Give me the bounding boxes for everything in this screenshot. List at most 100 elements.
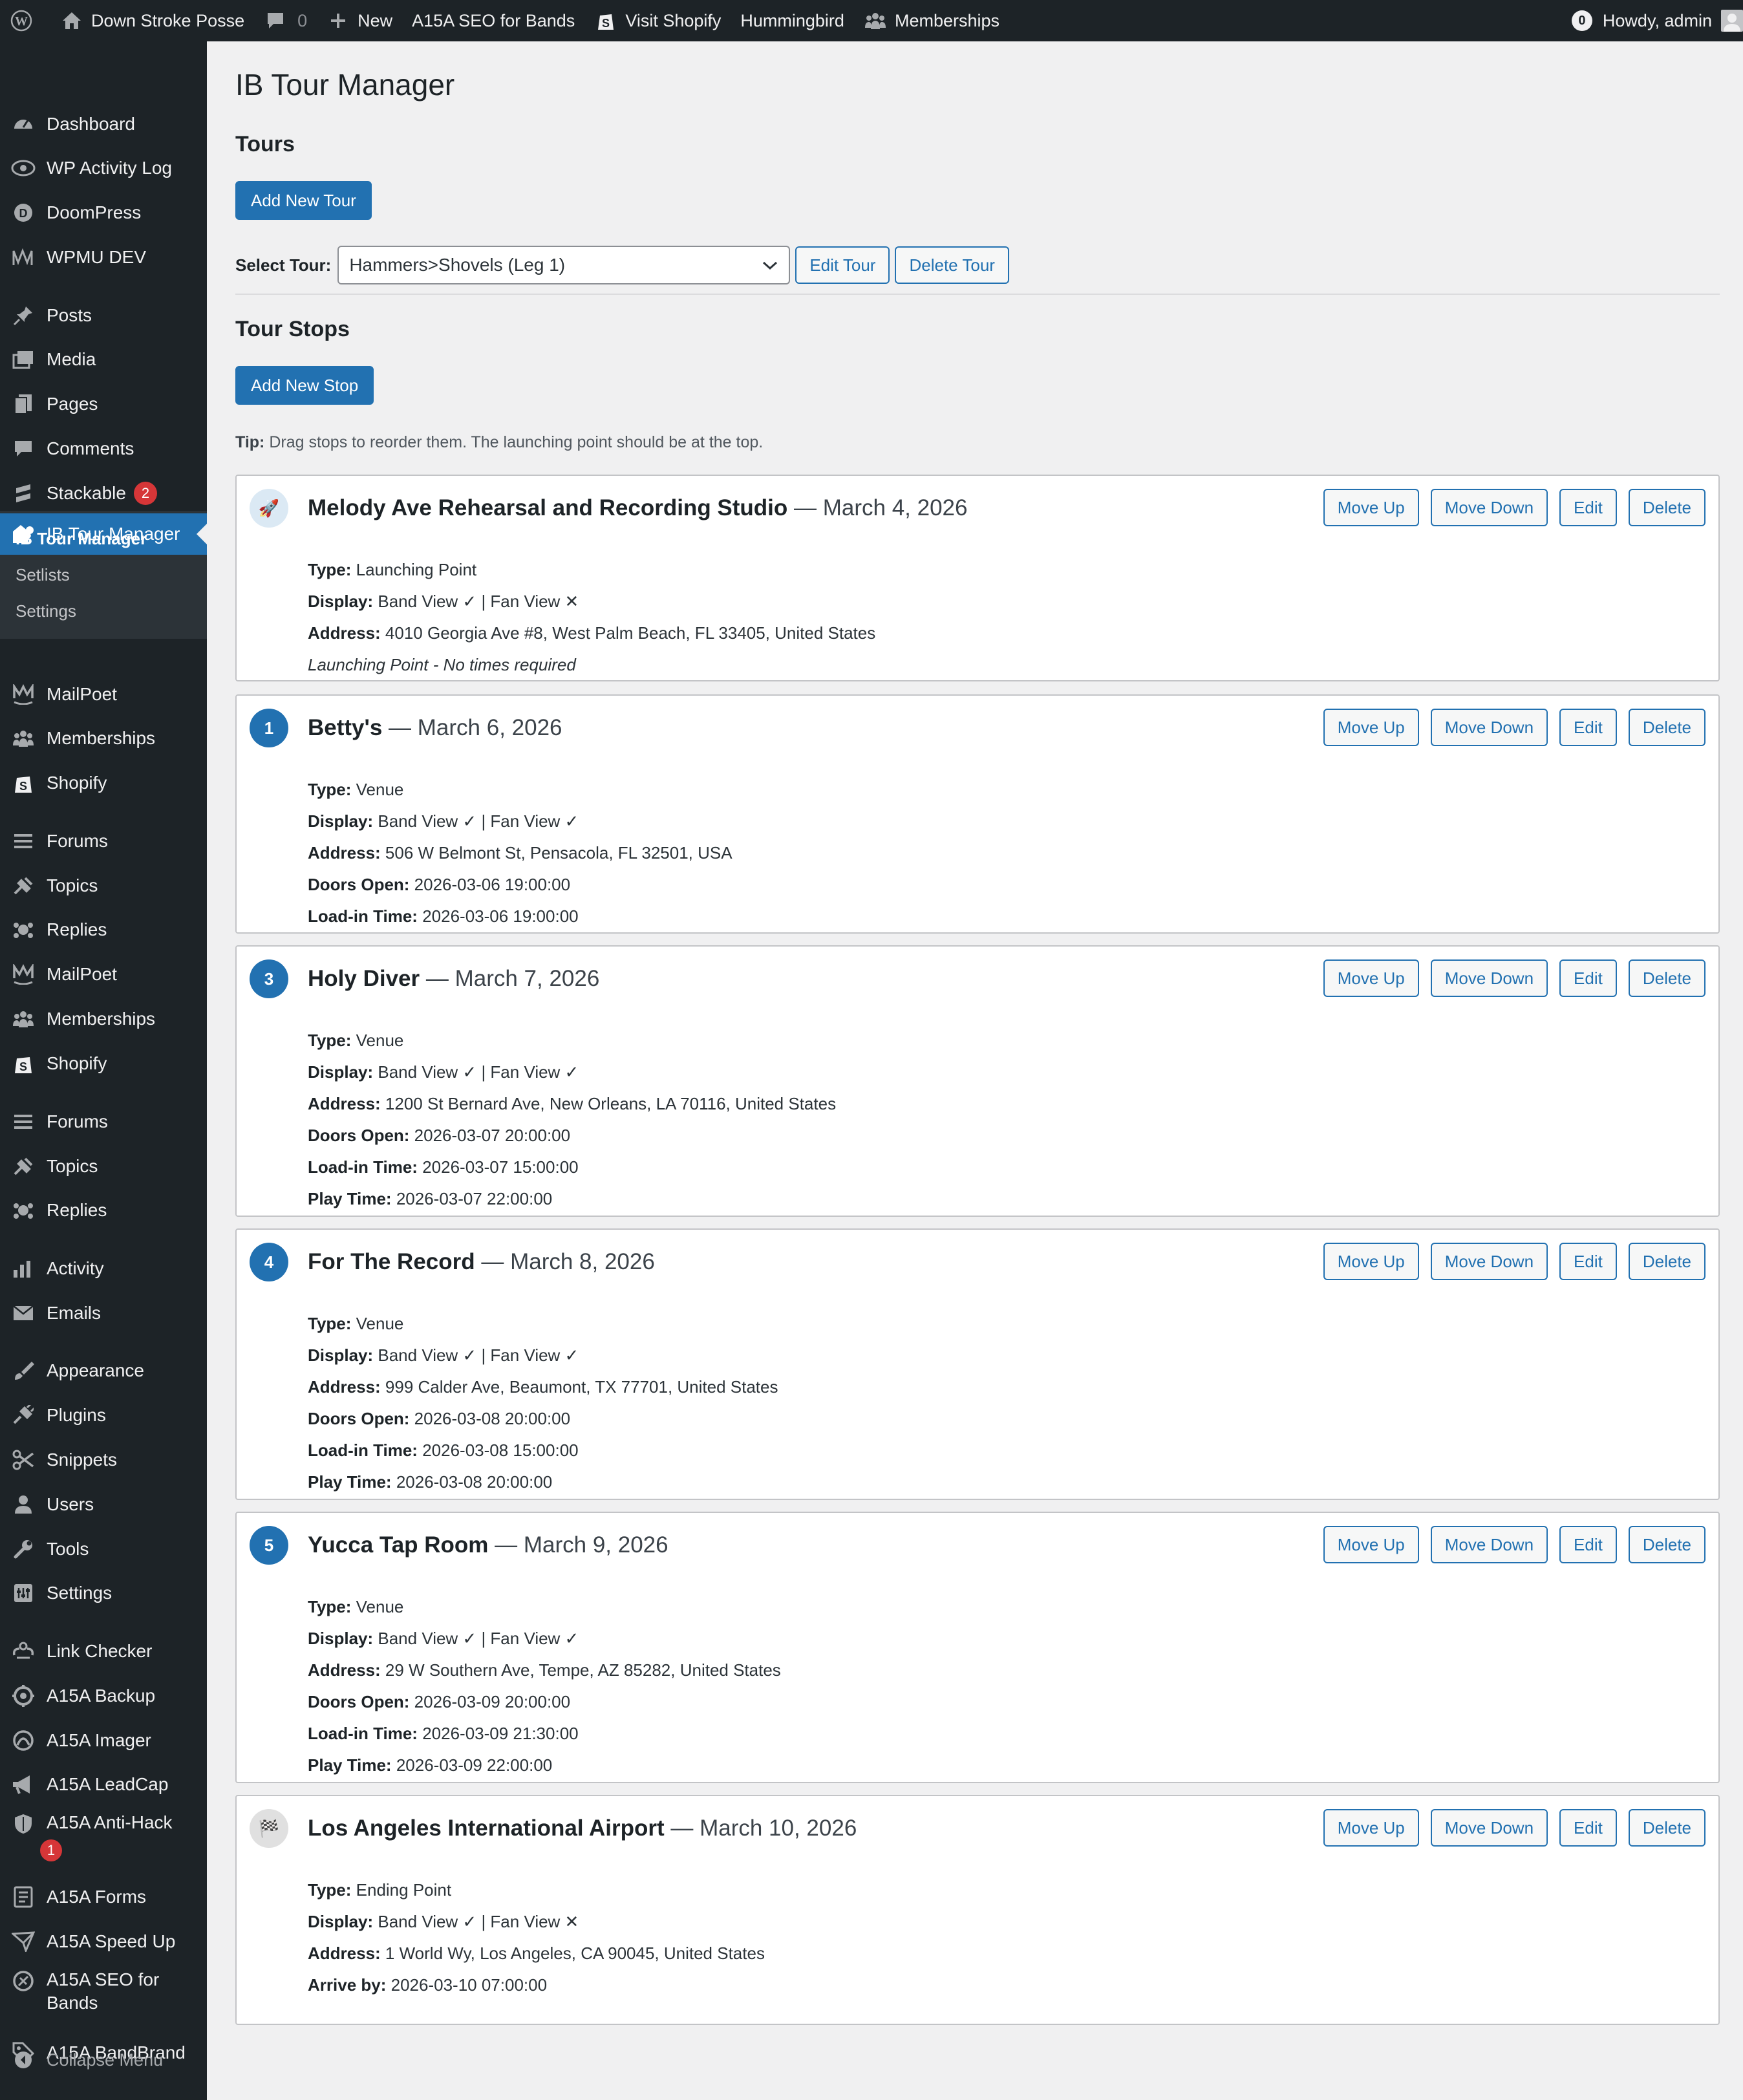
sidebar-item-a15a-backup[interactable]: A15A Backup xyxy=(0,1678,207,1714)
avatar[interactable] xyxy=(1721,10,1743,32)
sidebar-item-users[interactable]: Users xyxy=(0,1486,207,1523)
sidebar-item-label: A15A Forms xyxy=(47,1887,147,1907)
sidebar-item-doompress[interactable]: D DoomPress xyxy=(0,195,207,231)
sidebar-item-forums[interactable]: Forums xyxy=(0,1104,207,1140)
tour-stop-card[interactable]: 🚀 Melody Ave Rehearsal and Recording Stud… xyxy=(235,475,1720,681)
comments-link[interactable]: 0 xyxy=(254,0,317,41)
seo-link[interactable]: A15A SEO for Bands xyxy=(402,0,584,41)
move-down-button[interactable]: Move Down xyxy=(1430,709,1548,746)
sidebar-item-dashboard[interactable]: Dashboard xyxy=(0,106,207,142)
move-up-button[interactable]: Move Up xyxy=(1323,489,1419,526)
comment-icon xyxy=(0,436,47,462)
sidebar-item-appearance[interactable]: Appearance xyxy=(0,1353,207,1389)
move-up-button[interactable]: Move Up xyxy=(1323,959,1419,997)
sidebar-item-replies[interactable]: Replies xyxy=(0,912,207,948)
add-new-stop-button[interactable]: Add New Stop xyxy=(235,366,374,405)
sidebar-item-memberships[interactable]: Memberships xyxy=(0,720,207,756)
stop-name: For The Record xyxy=(308,1249,475,1274)
delete-tour-button[interactable]: Delete Tour xyxy=(895,246,1009,284)
wordpress-logo[interactable]: W xyxy=(0,0,50,41)
edit-stop-button[interactable]: Edit xyxy=(1559,709,1617,746)
move-down-button[interactable]: Move Down xyxy=(1430,1809,1548,1847)
sidebar-item-wp-activity-log[interactable]: WP Activity Log xyxy=(0,150,207,186)
add-new-tour-button[interactable]: Add New Tour xyxy=(235,181,372,220)
notification-badge[interactable]: 0 xyxy=(1571,10,1592,31)
visit-shopify-link[interactable]: S Visit Shopify xyxy=(584,0,731,41)
move-up-button[interactable]: Move Up xyxy=(1323,1526,1419,1563)
tour-stop-card[interactable]: 🏁 Los Angeles International Airport — Mar… xyxy=(235,1795,1720,2025)
detail-value: 2026-03-07 22:00:00 xyxy=(391,1189,553,1208)
tour-stop-card[interactable]: 3 Holy Diver — March 7, 2026 Move Up Move D… xyxy=(235,945,1720,1217)
delete-stop-button[interactable]: Delete xyxy=(1628,1526,1706,1563)
sidebar-item-wpmu-dev[interactable]: WPMU DEV xyxy=(0,239,207,275)
edit-stop-button[interactable]: Edit xyxy=(1559,489,1617,526)
delete-stop-button[interactable]: Delete xyxy=(1628,959,1706,997)
sidebar-item-label: DoomPress xyxy=(47,202,142,222)
move-down-button[interactable]: Move Down xyxy=(1430,489,1548,526)
site-name-link[interactable]: Down Stroke Posse xyxy=(50,0,254,41)
howdy-label[interactable]: Howdy, admin xyxy=(1603,11,1712,31)
edit-stop-button[interactable]: Edit xyxy=(1559,1809,1617,1847)
delete-stop-button[interactable]: Delete xyxy=(1628,1809,1706,1847)
sidebar-item-forums[interactable]: Forums xyxy=(0,823,207,859)
tour-stops-heading: Tour Stops xyxy=(235,317,350,341)
sidebar-item-media[interactable]: Media xyxy=(0,341,207,378)
sidebar-item-memberships[interactable]: Memberships xyxy=(0,1001,207,1037)
move-up-button[interactable]: Move Up xyxy=(1323,1243,1419,1280)
sidebar-item-mailpoet[interactable]: MailPoet xyxy=(0,676,207,712)
stop-actions: Move Up Move Down Edit Delete xyxy=(1312,489,1706,526)
delete-stop-button[interactable]: Delete xyxy=(1628,709,1706,746)
tour-stop-card[interactable]: 1 Betty's — March 6, 2026 Move Up Move Down… xyxy=(235,694,1720,934)
sidebar-item-a15a-leadcap[interactable]: A15A LeadCap xyxy=(0,1766,207,1803)
sidebar-item-posts[interactable]: Posts xyxy=(0,297,207,334)
sidebar-item-mailpoet[interactable]: MailPoet xyxy=(0,956,207,992)
new-content-link[interactable]: New xyxy=(317,0,402,41)
sidebar-item-topics[interactable]: Topics xyxy=(0,1148,207,1184)
stop-detail-line: Address: 999 Calder Ave, Beaumont, TX 77… xyxy=(308,1377,778,1397)
delete-stop-button[interactable]: Delete xyxy=(1628,1243,1706,1280)
sidebar-item-pages[interactable]: Pages xyxy=(0,386,207,422)
sidebar-item-replies[interactable]: Replies xyxy=(0,1192,207,1228)
sidebar-item-a15a-speed-up[interactable]: A15A Speed Up xyxy=(0,1923,207,1960)
sidebar-item-settings[interactable]: Settings xyxy=(0,1575,207,1611)
sidebar-item-activity[interactable]: Activity xyxy=(0,1250,207,1287)
sidebar-item-a15a-seo-for[interactable]: A15A SEO for Bands xyxy=(0,1968,207,2022)
sidebar-item-emails[interactable]: Emails xyxy=(0,1295,207,1331)
hummingbird-link[interactable]: Hummingbird xyxy=(731,0,854,41)
sidebar-item-a15a-forms[interactable]: A15A Forms xyxy=(0,1879,207,1915)
delete-stop-button[interactable]: Delete xyxy=(1628,489,1706,526)
sidebar-item-snippets[interactable]: Snippets xyxy=(0,1442,207,1478)
move-up-button[interactable]: Move Up xyxy=(1323,1809,1419,1847)
speed-icon xyxy=(0,1929,47,1955)
sidebar-item-link-checker[interactable]: Link Checker xyxy=(0,1633,207,1669)
sidebar-item-plugins[interactable]: Plugins xyxy=(0,1397,207,1433)
sidebar-item-comments[interactable]: Comments xyxy=(0,431,207,467)
edit-stop-button[interactable]: Edit xyxy=(1559,1526,1617,1563)
move-down-button[interactable]: Move Down xyxy=(1430,959,1548,997)
sidebar-item-stackable[interactable]: Stackable 2 xyxy=(0,475,207,511)
detail-key: Doors Open: xyxy=(308,1692,410,1711)
sidebar-item-a15a-anti-hack[interactable]: A15A Anti-Hack 1 xyxy=(0,1811,207,1865)
tour-stop-card[interactable]: 4 For The Record — March 8, 2026 Move Up Mo… xyxy=(235,1228,1720,1500)
submenu-item-setlists[interactable]: Setlists xyxy=(16,565,70,585)
sidebar-item-topics[interactable]: Topics xyxy=(0,868,207,904)
detail-key: Load-in Time: xyxy=(308,1441,418,1460)
memberships-link[interactable]: Memberships xyxy=(854,0,1009,41)
submenu-item-settings[interactable]: Settings xyxy=(16,601,76,621)
sidebar-item-a15a-imager[interactable]: A15A Imager xyxy=(0,1722,207,1759)
tour-stop-card[interactable]: 5 Yucca Tap Room — March 9, 2026 Move Up Mo… xyxy=(235,1512,1720,1783)
stop-detail-line: Display: Band View ✓ | Fan View ✓ xyxy=(308,811,579,831)
tour-select[interactable]: Hammers>Shovels (Leg 1) xyxy=(337,246,791,284)
move-down-button[interactable]: Move Down xyxy=(1430,1243,1548,1280)
sidebar-item-shopify[interactable]: S Shopify xyxy=(0,765,207,801)
submenu-item-ib-tour-manager[interactable]: IB Tour Manager xyxy=(16,529,147,549)
edit-stop-button[interactable]: Edit xyxy=(1559,959,1617,997)
edit-tour-button[interactable]: Edit Tour xyxy=(795,246,890,284)
move-up-button[interactable]: Move Up xyxy=(1323,709,1419,746)
edit-stop-button[interactable]: Edit xyxy=(1559,1243,1617,1280)
sidebar-item-label: Comments xyxy=(47,438,134,458)
sidebar-item-shopify[interactable]: S Shopify xyxy=(0,1045,207,1082)
move-down-button[interactable]: Move Down xyxy=(1430,1526,1548,1563)
sidebar-item-tools[interactable]: Tools xyxy=(0,1531,207,1567)
collapse-menu-button[interactable]: Collapse Menu xyxy=(0,2042,207,2078)
